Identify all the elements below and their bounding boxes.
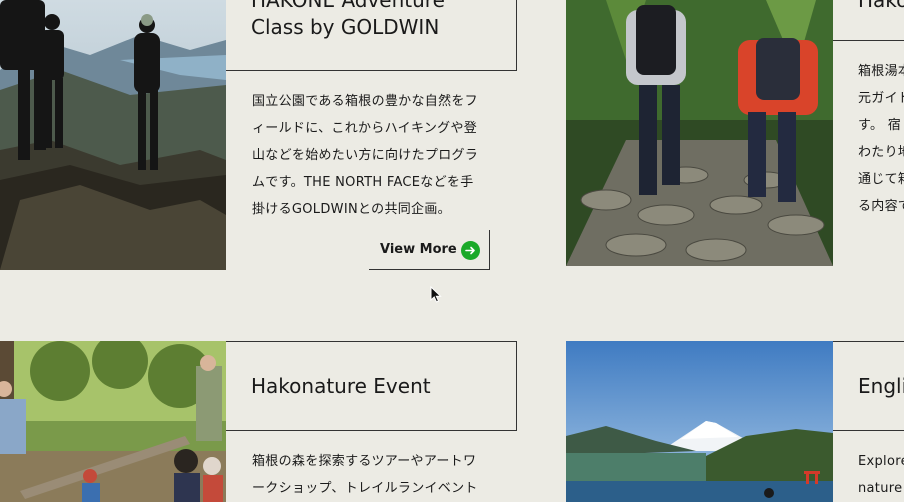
description-line: 元ガイド	[858, 91, 904, 106]
description-line: 箱根湯本	[858, 64, 904, 79]
card-english-title-box: Engli	[833, 341, 904, 431]
card-hakonature-event-photo[interactable]	[0, 341, 226, 502]
description-line: 掛けるGOLDWINとの共同企画。	[252, 202, 451, 217]
description-line: 通じて箱	[858, 172, 904, 187]
card-hakonature-event-description: 箱根の森を探索するツアーやアートワ ークショップ、トレイルランイベント	[252, 448, 478, 502]
card-hakone-adventure-title-box: HAKONE Adventure Class by GOLDWIN	[226, 0, 517, 71]
description-line: ークショップ、トレイルランイベント	[252, 481, 478, 496]
description-line: す。 宿	[858, 118, 902, 133]
stone-trail-hikers-image	[566, 0, 833, 266]
description-line: 箱根の森を探索するツアーやアートワ	[252, 454, 477, 469]
description-line: ィールドに、これからハイキングや登	[252, 121, 478, 136]
card-english-photo[interactable]	[566, 341, 833, 502]
description-line: わたり地	[858, 145, 904, 160]
description-line: ムです。THE NORTH FACEなどを手	[252, 175, 474, 190]
description-line: 国立公園である箱根の豊かな自然をフ	[252, 94, 478, 109]
forest-event-image	[0, 341, 226, 502]
card-hakone-trail-title-box: Hako	[833, 0, 904, 41]
description-line: nature	[858, 481, 903, 496]
view-more-button[interactable]: View More	[369, 230, 490, 270]
lake-mount-fuji-image	[566, 341, 833, 502]
card-hakone-adventure-description: 国立公園である箱根の豊かな自然をフ ィールドに、これからハイキングや登 山などを…	[252, 88, 478, 223]
card-hakone-trail-description: 箱根湯本 元ガイド す。 宿 わたり地 通じて箱 る内容で	[858, 58, 904, 220]
card-hakone-adventure-photo[interactable]	[0, 0, 226, 270]
card-english-description: Explore nature	[858, 448, 904, 502]
card-english-title: Engli	[858, 374, 904, 398]
card-hakone-trail-photo[interactable]	[566, 0, 833, 266]
description-line: る内容で	[858, 199, 904, 214]
card-hakone-adventure-title-line2: Class by GOLDWIN	[251, 15, 440, 39]
card-hakonature-event-title: Hakonature Event	[251, 374, 431, 398]
view-more-label: View More	[380, 242, 457, 257]
card-hakone-trail-title: Hako	[858, 0, 904, 12]
mountain-hikers-image	[0, 0, 226, 270]
card-hakonature-event-title-box: Hakonature Event	[226, 341, 517, 431]
arrow-right-icon	[461, 241, 480, 260]
description-line: Explore	[858, 454, 904, 469]
mouse-pointer-icon	[430, 286, 442, 303]
description-line: 山などを始めたい方に向けたプログラ	[252, 148, 479, 163]
